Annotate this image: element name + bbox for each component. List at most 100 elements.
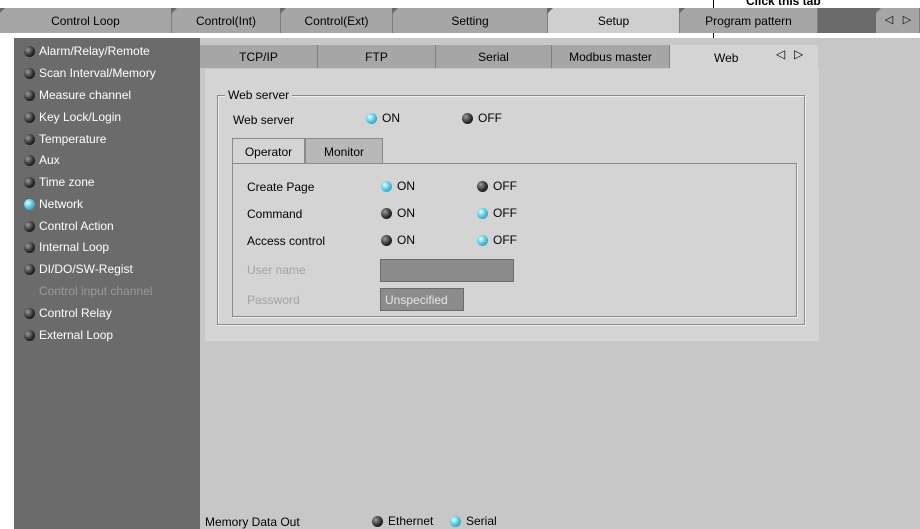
- sidebar-item-external-loop[interactable]: External Loop: [24, 326, 113, 344]
- password-field[interactable]: Unspecified: [380, 288, 464, 311]
- sidebar-item-label: Temperature: [39, 132, 107, 146]
- web-server-off-radio[interactable]: OFF: [462, 111, 502, 125]
- tab-scroll-arrows: ◁ ▷: [875, 8, 920, 33]
- sidebar-item-scan-interval-memory[interactable]: Scan Interval/Memory: [24, 64, 156, 82]
- sidebar-item-control-action[interactable]: Control Action: [24, 217, 114, 235]
- subtab-tcp-ip[interactable]: TCP/IP: [200, 45, 318, 68]
- subtab-label: Modbus master: [569, 49, 652, 64]
- command-label: Command: [247, 207, 303, 221]
- tab-control-loop[interactable]: Control Loop: [0, 8, 172, 33]
- radio-off-icon: [24, 307, 35, 319]
- sidebar-item-label: Control input channel: [39, 284, 153, 298]
- sidebar-item-label: Time zone: [39, 175, 95, 189]
- sidebar-item-internal-loop[interactable]: Internal Loop: [24, 238, 109, 256]
- radio-off-icon: [24, 67, 35, 79]
- memory-data-out-ethernet-radio[interactable]: Ethernet: [372, 514, 433, 528]
- web-server-on-radio[interactable]: ON: [366, 111, 400, 125]
- tab-label: Control Loop: [51, 13, 120, 28]
- subtab-serial[interactable]: Serial: [436, 45, 552, 68]
- radio-label: Serial: [466, 514, 497, 528]
- sidebar-item-alarm-relay-remote[interactable]: Alarm/Relay/Remote: [24, 42, 150, 60]
- subtab-label: Web: [714, 50, 739, 65]
- password-label: Password: [247, 293, 300, 307]
- access-control-on-radio[interactable]: ON: [381, 233, 415, 247]
- radio-off-icon: [462, 112, 473, 124]
- radio-label: OFF: [493, 233, 517, 247]
- subtab-label: Serial: [478, 49, 509, 64]
- radio-off-icon: [24, 111, 35, 123]
- radio-label: OFF: [493, 179, 517, 193]
- tab-label: Control(Int): [195, 13, 257, 28]
- radio-label: ON: [397, 179, 415, 193]
- subtab-ftp[interactable]: FTP: [318, 45, 436, 68]
- subtab-label: FTP: [365, 49, 388, 64]
- user-name-label: User name: [247, 263, 306, 277]
- radio-off-icon: [24, 329, 35, 341]
- tab-setup[interactable]: Setup: [547, 8, 680, 33]
- sidebar-item-label: Control Relay: [39, 306, 112, 320]
- radio-off-icon: [24, 89, 35, 101]
- tab-control-int[interactable]: Control(Int): [171, 8, 281, 33]
- tab-label: Operator: [244, 144, 293, 159]
- memory-data-out-label: Memory Data Out: [205, 515, 300, 529]
- radio-off-icon: [381, 234, 392, 246]
- sidebar-item-measure-channel[interactable]: Measure channel: [24, 86, 131, 104]
- tab-label: Control(Ext): [304, 13, 369, 28]
- sidebar-item-temperature[interactable]: Temperature: [24, 130, 106, 148]
- create-page-label: Create Page: [247, 180, 315, 194]
- radio-on-icon: [366, 112, 377, 124]
- sidebar-item-aux[interactable]: Aux: [24, 151, 60, 169]
- sidebar-item-control-input-channel: Control input channel: [39, 282, 152, 300]
- tab-program-pattern[interactable]: Program pattern: [679, 8, 818, 33]
- subtab-scroll-left-icon[interactable]: ◁: [776, 47, 785, 61]
- tab-setting[interactable]: Setting: [392, 8, 548, 33]
- sidebar-item-control-relay[interactable]: Control Relay: [24, 304, 112, 322]
- access-control-label: Access control: [247, 234, 326, 248]
- tab-label: Monitor: [323, 144, 364, 159]
- right-panel: [832, 38, 920, 529]
- radio-label: ON: [397, 206, 415, 220]
- web-server-group-title: Web server: [225, 88, 293, 102]
- radio-off-icon: [381, 207, 392, 219]
- sidebar-item-network[interactable]: Network: [24, 195, 83, 213]
- subtab-scroll-right-icon[interactable]: ▷: [794, 47, 803, 61]
- command-on-radio[interactable]: ON: [381, 206, 415, 220]
- sidebar-item-label: Key Lock/Login: [39, 110, 122, 124]
- radio-on-icon: [477, 234, 488, 246]
- sidebar-item-label: Network: [39, 197, 84, 211]
- create-page-on-radio[interactable]: ON: [381, 179, 415, 193]
- radio-off-icon: [24, 241, 35, 253]
- create-page-off-radio[interactable]: OFF: [477, 179, 517, 193]
- subtab-web[interactable]: Web ◁ ▷: [670, 45, 818, 70]
- web-server-label: Web server: [233, 113, 295, 127]
- scroll-left-arrow-icon[interactable]: ◁: [882, 10, 896, 28]
- radio-label: OFF: [478, 111, 502, 125]
- radio-label: Ethernet: [388, 514, 434, 528]
- subtab-modbus-master[interactable]: Modbus master: [552, 45, 670, 68]
- radio-on-icon: [381, 180, 392, 192]
- radio-off-icon: [24, 133, 35, 145]
- subtab-label: TCP/IP: [239, 49, 278, 64]
- sidebar-item-key-lock-login[interactable]: Key Lock/Login: [24, 108, 121, 126]
- sidebar-item-time-zone[interactable]: Time zone: [24, 173, 95, 191]
- tab-label: Program pattern: [705, 13, 792, 28]
- tab-operator[interactable]: Operator: [232, 138, 305, 164]
- sidebar-item-label: DI/DO/SW-Regist: [39, 262, 133, 276]
- sidebar-item-di-do-sw-regist[interactable]: DI/DO/SW-Regist: [24, 260, 133, 278]
- sidebar-item-label: Internal Loop: [39, 240, 110, 254]
- tab-monitor[interactable]: Monitor: [305, 138, 383, 164]
- annotation-label: Click this tab: [746, 0, 821, 8]
- radio-label: ON: [397, 233, 415, 247]
- user-name-field[interactable]: [380, 259, 514, 282]
- memory-data-out-serial-radio[interactable]: Serial: [450, 514, 497, 528]
- radio-off-icon: [24, 154, 35, 166]
- sidebar-item-label: Aux: [39, 153, 60, 167]
- scroll-right-arrow-icon[interactable]: ▷: [900, 10, 914, 28]
- radio-on-icon: [450, 515, 461, 527]
- radio-off-icon: [24, 263, 35, 275]
- command-off-radio[interactable]: OFF: [477, 206, 517, 220]
- access-control-off-radio[interactable]: OFF: [477, 233, 517, 247]
- tab-control-ext[interactable]: Control(Ext): [280, 8, 393, 33]
- radio-off-icon: [24, 220, 35, 232]
- tab-label: Setting: [451, 13, 489, 28]
